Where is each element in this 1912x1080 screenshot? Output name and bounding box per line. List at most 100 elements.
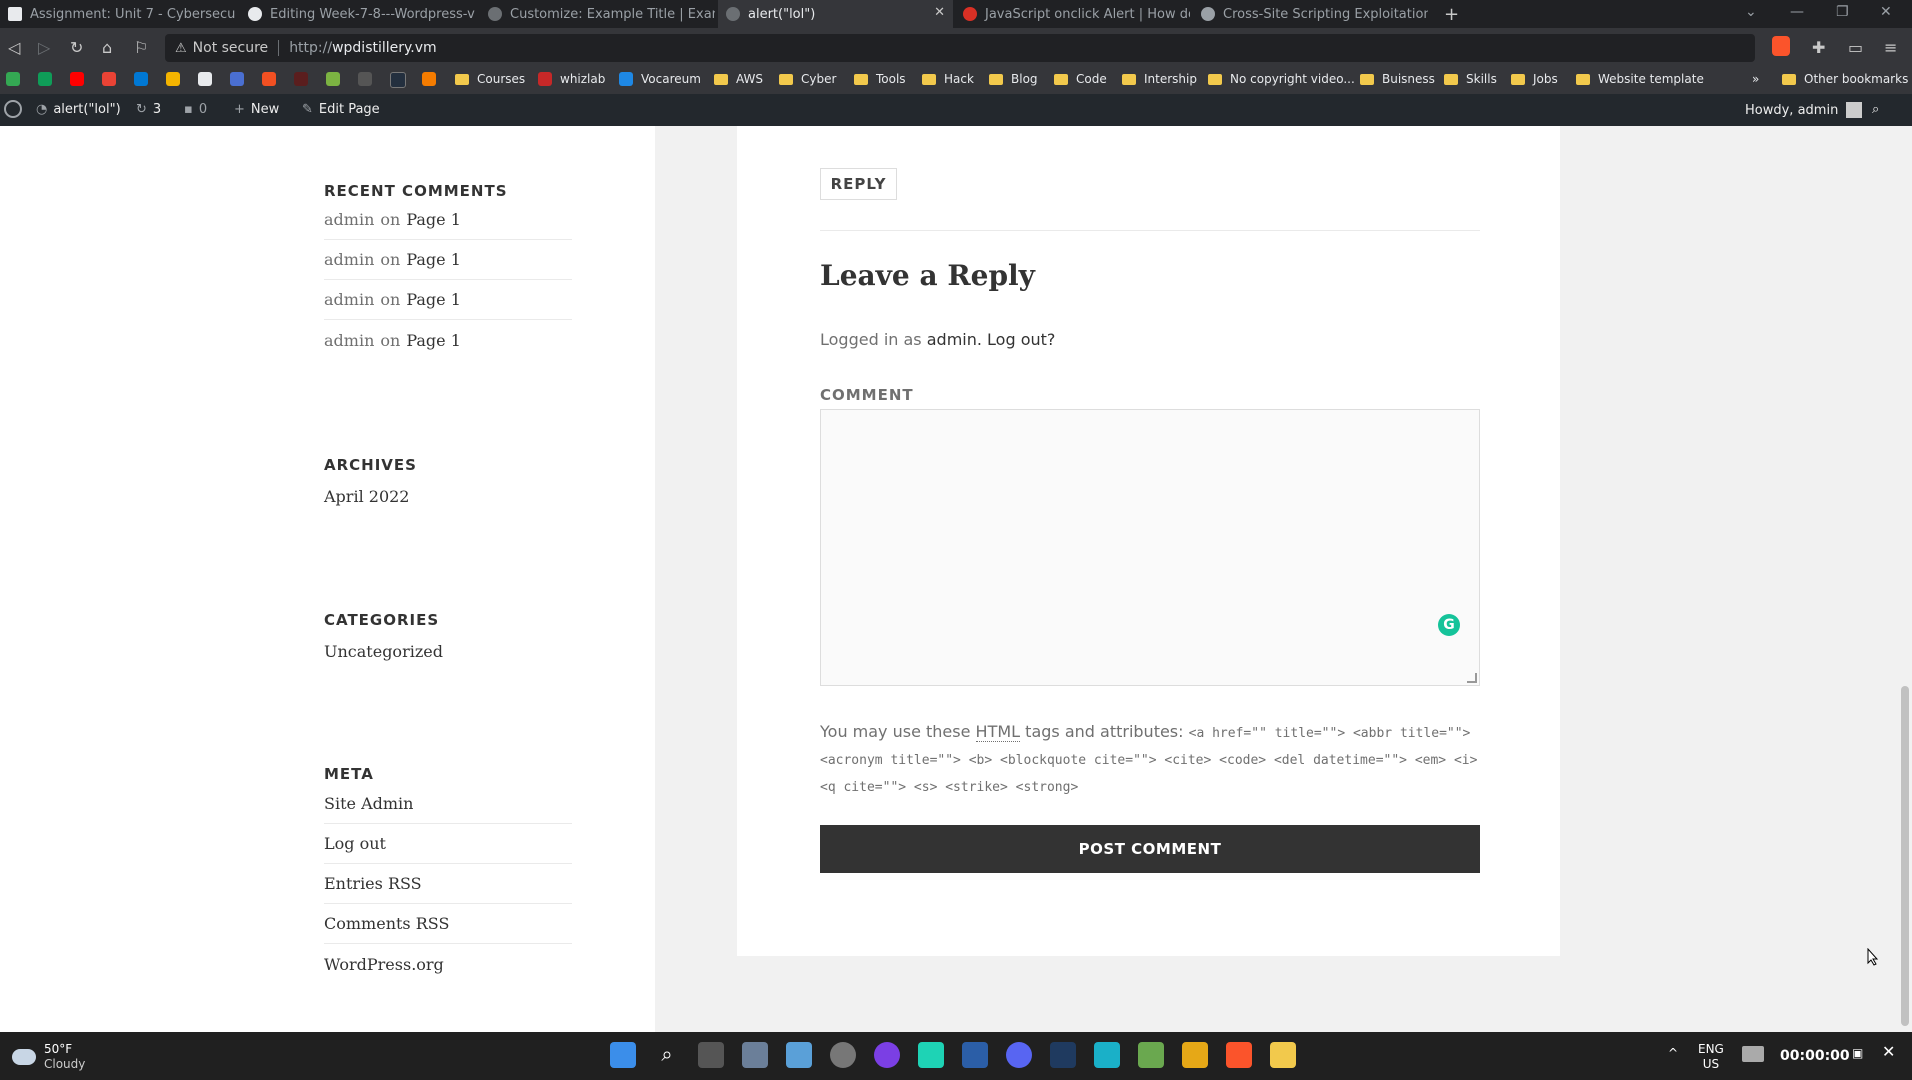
- reload-icon[interactable]: ↻: [70, 38, 83, 57]
- search-icon[interactable]: ⌕: [1872, 102, 1879, 117]
- bookmark-courses[interactable]: Courses: [455, 72, 525, 86]
- meta-entries-rss-link[interactable]: Entries RSS: [324, 864, 572, 904]
- file-explorer-icon[interactable]: [1270, 1042, 1296, 1068]
- meta-log-out-link[interactable]: Log out: [324, 824, 572, 864]
- tab-search-icon[interactable]: ⌄: [1745, 4, 1757, 20]
- dev-icon[interactable]: [294, 72, 308, 86]
- back-icon[interactable]: ◁: [8, 38, 20, 57]
- updates-link[interactable]: ↻ 3: [136, 102, 161, 117]
- tab-xss[interactable]: Cross-Site Scripting Exploitation - Hac: [1193, 0, 1428, 28]
- outlook-icon[interactable]: [134, 72, 148, 86]
- meta-wordpress-org-link[interactable]: WordPress.org: [324, 944, 572, 984]
- logged-in-user-link[interactable]: admin.: [927, 330, 982, 349]
- start-icon[interactable]: [610, 1042, 636, 1068]
- close-tab-icon[interactable]: ✕: [934, 5, 945, 20]
- url-text[interactable]: http://wpdistillery.vm: [289, 40, 437, 56]
- forward-icon[interactable]: ▷: [38, 38, 50, 57]
- edit-page-link[interactable]: ✎ Edit Page: [302, 102, 380, 117]
- flash-icon[interactable]: [262, 72, 276, 86]
- notes-app-icon[interactable]: [918, 1042, 944, 1068]
- settings-icon[interactable]: [830, 1042, 856, 1068]
- camera-icon[interactable]: [1742, 1046, 1764, 1062]
- hex-icon[interactable]: [422, 72, 436, 86]
- logout-link[interactable]: Log out?: [987, 330, 1055, 349]
- bookmark-jobs[interactable]: Jobs: [1511, 72, 1558, 86]
- search-taskbar-icon[interactable]: ⌕: [654, 1042, 680, 1068]
- kali-icon[interactable]: [1138, 1042, 1164, 1068]
- bookmark-vocareum[interactable]: Vocareum: [619, 72, 701, 86]
- save-icon[interactable]: ▣: [1852, 1046, 1863, 1061]
- powershell-icon[interactable]: [1050, 1042, 1076, 1068]
- aws-icon[interactable]: [390, 72, 406, 88]
- gmail-icon[interactable]: [102, 72, 116, 86]
- language-indicator[interactable]: ENG US: [1698, 1042, 1724, 1072]
- post-comment-button[interactable]: POST COMMENT: [820, 825, 1480, 873]
- home-icon[interactable]: ⌂: [102, 38, 112, 57]
- resize-handle-icon[interactable]: [1467, 673, 1477, 683]
- meta-comments-rss-link[interactable]: Comments RSS: [324, 904, 572, 944]
- sheets-icon[interactable]: [38, 72, 52, 86]
- bookmark-hack[interactable]: Hack: [922, 72, 974, 86]
- comment-post-link[interactable]: Page 1: [406, 210, 461, 229]
- w3-icon[interactable]: [230, 72, 244, 86]
- bookmark-icon[interactable]: ⚐: [134, 38, 148, 57]
- grammarly-icon[interactable]: G: [1438, 614, 1460, 636]
- github-bookmark-icon[interactable]: [198, 72, 212, 86]
- bookmarks-overflow[interactable]: »: [1752, 72, 1759, 86]
- bookmark-skills[interactable]: Skills: [1444, 72, 1497, 86]
- tab-assignment[interactable]: Assignment: Unit 7 - Cybersecurity Ur: [0, 0, 235, 28]
- bookmark-cyber[interactable]: Cyber: [779, 72, 836, 86]
- new-content-link[interactable]: + New: [234, 102, 279, 117]
- photos-icon[interactable]: [742, 1042, 768, 1068]
- page-scrollbar[interactable]: [1898, 126, 1912, 1032]
- puzzle-app-icon[interactable]: [1182, 1042, 1208, 1068]
- minimize-icon[interactable]: —: [1790, 4, 1804, 20]
- category-link[interactable]: Uncategorized: [324, 631, 572, 671]
- bookmark-code[interactable]: Code: [1054, 72, 1107, 86]
- weather-widget[interactable]: 50°F Cloudy: [12, 1042, 85, 1072]
- tab-alert-lol[interactable]: alert("lol") ✕: [718, 0, 953, 28]
- bolt-app-icon[interactable]: [1094, 1042, 1120, 1068]
- omnibox[interactable]: ⚠ Not secure http://wpdistillery.vm: [165, 34, 1755, 62]
- task-view-icon[interactable]: [698, 1042, 724, 1068]
- wordpress-logo-icon[interactable]: [4, 100, 22, 118]
- tor-icon[interactable]: [874, 1042, 900, 1068]
- tray-chevron-icon[interactable]: ^: [1668, 1046, 1678, 1061]
- new-tab-icon[interactable]: +: [1444, 4, 1459, 25]
- scrollbar-thumb[interactable]: [1901, 686, 1909, 1026]
- comment-post-link[interactable]: Page 1: [406, 290, 461, 309]
- wallet-icon[interactable]: ▭: [1848, 38, 1863, 57]
- close-window-icon[interactable]: ✕: [1880, 4, 1892, 20]
- youtube-icon[interactable]: [70, 72, 84, 86]
- dev-app-icon[interactable]: [962, 1042, 988, 1068]
- bookmark-website-template[interactable]: Website template: [1576, 72, 1704, 86]
- meta-site-admin-link[interactable]: Site Admin: [324, 784, 572, 824]
- comment-post-link[interactable]: Page 1: [406, 250, 461, 269]
- bookmark-shortcut-icon[interactable]: [6, 72, 20, 86]
- notes-icon[interactable]: [166, 72, 180, 86]
- terminal-icon[interactable]: [358, 72, 372, 86]
- brave-shields-icon[interactable]: [1772, 36, 1790, 56]
- comment-textarea[interactable]: G: [820, 409, 1480, 686]
- bookmark-intership[interactable]: Intership: [1122, 72, 1197, 86]
- restore-icon[interactable]: ❐: [1836, 4, 1849, 20]
- comments-link[interactable]: ▪ 0: [184, 102, 207, 117]
- bookmark-blog[interactable]: Blog: [989, 72, 1038, 86]
- widgets-icon[interactable]: [786, 1042, 812, 1068]
- reply-button[interactable]: REPLY: [820, 168, 897, 200]
- tab-customize[interactable]: Customize: Example Title | Example D: [480, 0, 715, 28]
- menu-icon[interactable]: ≡: [1884, 38, 1897, 57]
- cube-icon[interactable]: [326, 72, 340, 86]
- brave-icon[interactable]: [1226, 1042, 1252, 1068]
- comment-post-link[interactable]: Page 1: [406, 331, 461, 350]
- extensions-icon[interactable]: ✚: [1812, 38, 1825, 57]
- bookmark-no-copyright[interactable]: No copyright video...: [1208, 72, 1355, 86]
- bookmark-aws[interactable]: AWS: [714, 72, 763, 86]
- security-label[interactable]: Not secure: [193, 40, 269, 56]
- bookmark-other[interactable]: Other bookmarks: [1782, 72, 1908, 86]
- tab-github[interactable]: Editing Week-7-8---Wordpress-vs-Kal: [240, 0, 475, 28]
- discord-icon[interactable]: [1006, 1042, 1032, 1068]
- site-name-link[interactable]: ◔ alert("lol"): [36, 102, 121, 117]
- archive-link[interactable]: April 2022: [324, 476, 572, 516]
- bookmark-buisness[interactable]: Buisness: [1360, 72, 1435, 86]
